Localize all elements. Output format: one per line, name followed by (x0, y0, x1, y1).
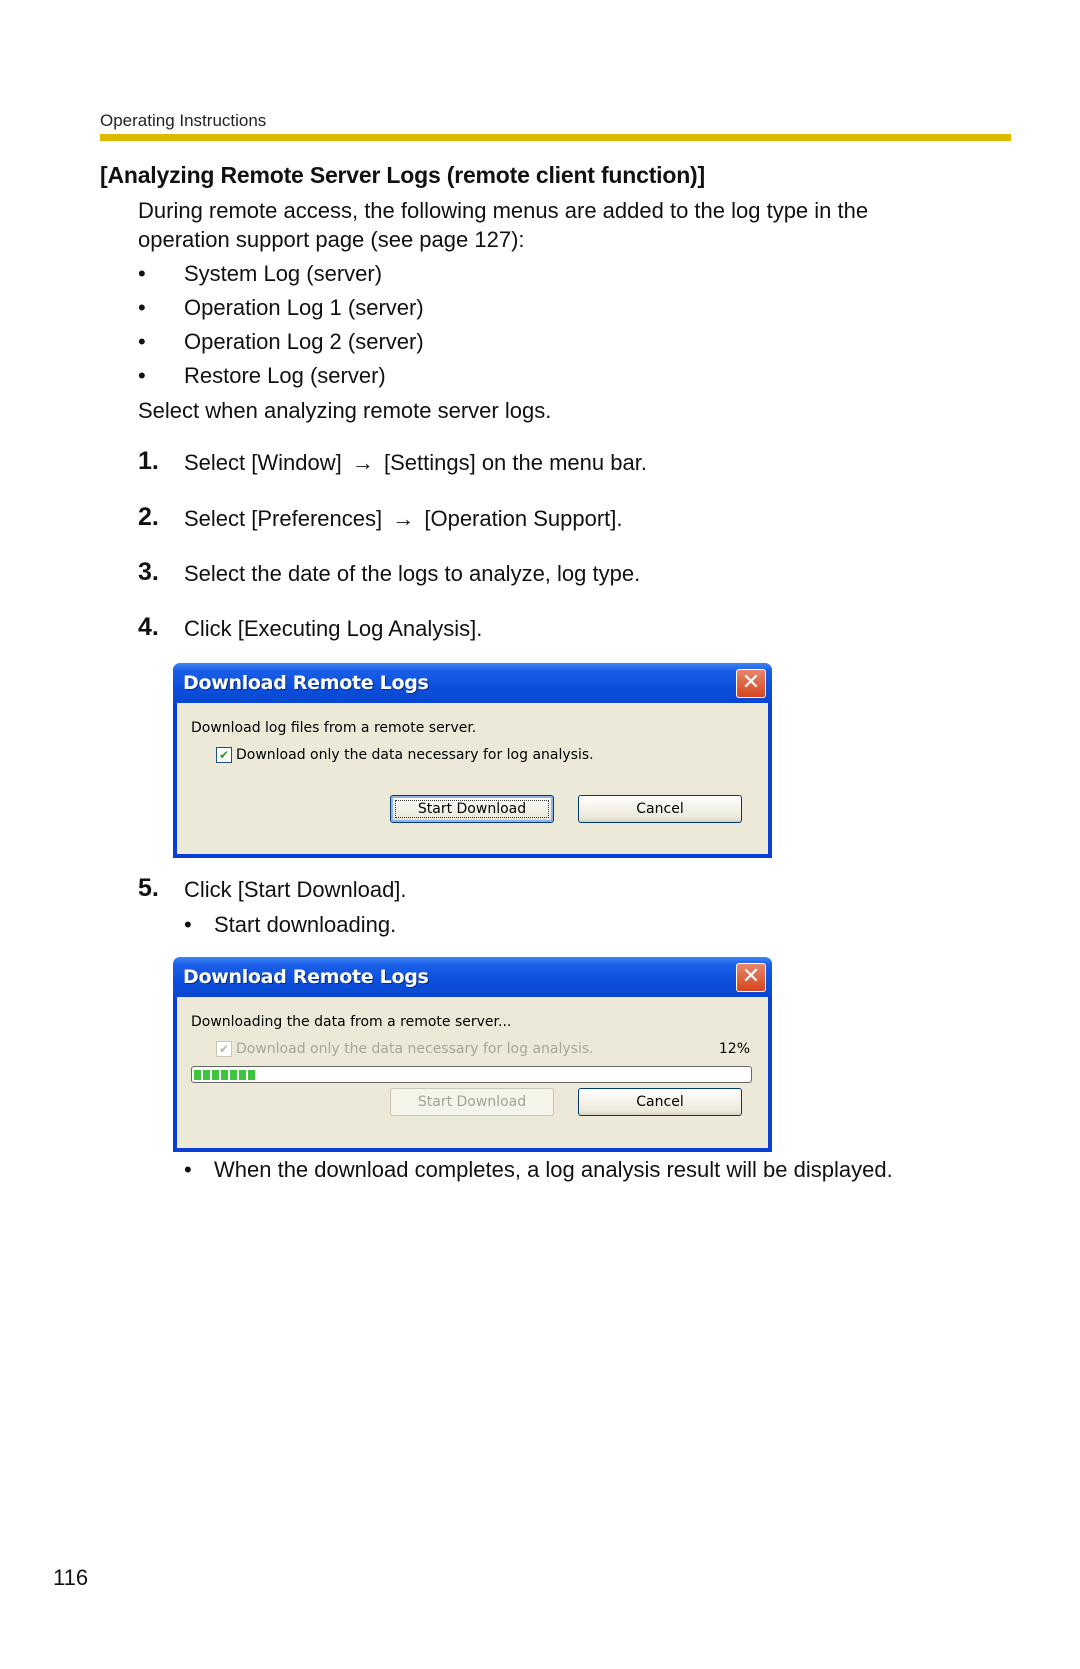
dialog-title-bar[interactable]: Download Remote Logs ✕ (173, 663, 772, 703)
progress-segment (221, 1070, 228, 1080)
dialog-body: Download log files from a remote server.… (177, 703, 768, 854)
bullet-icon: • (184, 1157, 192, 1182)
after-note: Select when analyzing remote server logs… (138, 398, 552, 423)
intro-line-2: operation support page (see page 127): (138, 227, 525, 252)
intro-line-1: During remote access, the following menu… (138, 198, 869, 223)
step-text: Click [Start Download]. (184, 877, 407, 902)
progress-segment (230, 1070, 237, 1080)
download-necessary-only-checkbox-disabled: ✔ Download only the data necessary for l… (216, 1041, 594, 1057)
header-rule (100, 134, 1011, 141)
dialog-message: Downloading the data from a remote serve… (191, 1014, 512, 1030)
bullet-icon: • (138, 329, 146, 354)
list-item-text: Restore Log (server) (184, 363, 386, 388)
checkbox-label: Download only the data necessary for log… (236, 1041, 594, 1057)
step-number: 1. (138, 447, 159, 475)
dialog-message: Download log files from a remote server. (191, 720, 477, 736)
cancel-button[interactable]: Cancel (578, 1088, 742, 1116)
bullet-icon: • (184, 912, 192, 937)
step-text-after: [Operation Support]. (424, 506, 623, 531)
progress-segment (248, 1070, 255, 1080)
list-item-text: System Log (server) (184, 261, 383, 286)
download-remote-logs-dialog: Download Remote Logs ✕ Download log file… (173, 663, 772, 858)
dialog-body: Downloading the data from a remote serve… (177, 997, 768, 1148)
bullet-icon: • (138, 295, 146, 320)
list-item-text: Operation Log 2 (server) (184, 329, 424, 354)
arrow-right-icon: → (392, 506, 415, 531)
dialog-title: Download Remote Logs (183, 966, 429, 988)
bullet-icon: • (138, 363, 146, 388)
page-number: 116 (53, 1565, 89, 1590)
cancel-button[interactable]: Cancel (578, 795, 742, 823)
progress-segment (203, 1070, 210, 1080)
running-header: Operating Instructions (100, 111, 267, 130)
step-text-before: Select [Window] (184, 450, 342, 475)
progress-percent: 12% (718, 1041, 750, 1057)
close-icon[interactable]: ✕ (736, 963, 766, 992)
start-download-button-disabled: Start Download (390, 1088, 554, 1116)
close-icon[interactable]: ✕ (736, 669, 766, 698)
step-number: 3. (138, 558, 159, 586)
sub-bullet-text: Start downloading. (214, 912, 397, 937)
step-text: Select the date of the logs to analyze, … (184, 561, 641, 586)
step-number: 2. (138, 503, 159, 531)
dialog-title: Download Remote Logs (183, 672, 429, 694)
download-remote-logs-progress-dialog: Download Remote Logs ✕ Downloading the d… (173, 957, 772, 1152)
step-number: 4. (138, 613, 159, 641)
list-item-text: Operation Log 1 (server) (184, 295, 424, 320)
final-note-text: When the download completes, a log analy… (214, 1157, 893, 1182)
arrow-right-icon: → (351, 450, 374, 475)
step-number: 5. (138, 874, 159, 902)
step-text: Click [Executing Log Analysis]. (184, 616, 483, 641)
checkmark-icon[interactable]: ✔ (216, 747, 232, 763)
start-download-label: Start Download (394, 800, 550, 818)
progress-segment (239, 1070, 246, 1080)
download-necessary-only-checkbox[interactable]: ✔ Download only the data necessary for l… (216, 747, 594, 763)
step-text-after: [Settings] on the menu bar. (383, 450, 647, 475)
section-title: [Analyzing Remote Server Logs (remote cl… (100, 162, 705, 188)
bullet-icon: • (138, 261, 146, 286)
start-download-button[interactable]: Start Download (390, 795, 554, 823)
progress-segment (194, 1070, 201, 1080)
progress-bar (191, 1066, 752, 1083)
progress-segment (212, 1070, 219, 1080)
dialog-title-bar[interactable]: Download Remote Logs ✕ (173, 957, 772, 997)
checkbox-label: Download only the data necessary for log… (236, 747, 594, 763)
step-text-before: Select [Preferences] (184, 506, 383, 531)
checkmark-icon: ✔ (216, 1041, 232, 1057)
